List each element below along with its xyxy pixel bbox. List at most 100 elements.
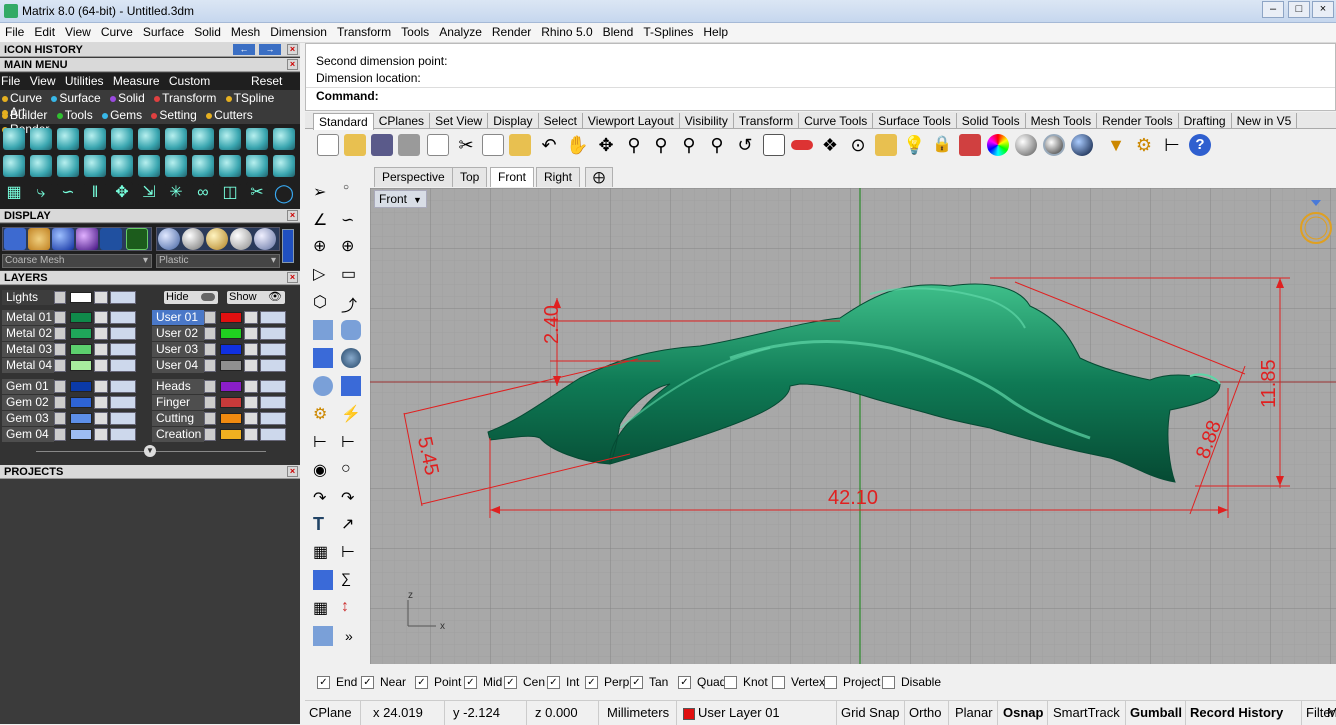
select-arrow-icon[interactable]: ➢ [313, 182, 333, 202]
layer-color-swatch[interactable] [220, 397, 242, 408]
menu-edit[interactable]: Edit [29, 23, 60, 41]
layer-color-swatch[interactable] [70, 360, 92, 371]
layer-row[interactable]: Finger [152, 395, 292, 410]
logo-icon[interactable] [138, 155, 160, 177]
import-icon[interactable] [427, 134, 449, 156]
mm-setting[interactable]: Setting [151, 108, 197, 122]
menu-rhino5[interactable]: Rhino 5.0 [536, 23, 597, 41]
close-icon[interactable]: × [287, 44, 298, 55]
ellipse-icon[interactable]: ⊕ [341, 236, 361, 256]
lock-icon[interactable] [244, 428, 258, 441]
layer-color-swatch[interactable] [220, 413, 242, 424]
chip-icon[interactable] [138, 128, 160, 150]
curve-icon[interactable]: ∽ [57, 182, 79, 204]
layer-row[interactable]: Gem 01 [2, 379, 142, 394]
mm-solid[interactable]: Solid [110, 91, 145, 105]
mm-gems[interactable]: Gems [102, 108, 142, 122]
shaded-icon[interactable] [1015, 134, 1037, 156]
move-icon[interactable]: ❖ [819, 134, 841, 156]
bulb-icon[interactable] [110, 311, 136, 324]
current-layer[interactable]: User Layer 01 [677, 701, 837, 725]
close-icon[interactable]: × [287, 59, 298, 70]
ungroup-icon[interactable]: ○ [341, 460, 361, 480]
lock-icon[interactable] [244, 380, 258, 393]
layer-row[interactable]: Metal 04 [2, 358, 142, 373]
expand-icon[interactable] [54, 311, 66, 324]
four-viewports-icon[interactable] [763, 134, 785, 156]
mm-builder[interactable]: Builder [2, 108, 47, 122]
zoom-icon[interactable]: ⚲ [623, 134, 645, 156]
lock-icon[interactable] [244, 396, 258, 409]
lights-layer-row[interactable]: Lights [2, 290, 142, 305]
layer-color-swatch[interactable] [70, 381, 92, 392]
mm-utilities[interactable]: Utilities [65, 74, 104, 88]
select-points-icon[interactable] [875, 134, 897, 156]
osnap-checkbox[interactable] [772, 676, 785, 689]
mirror-icon[interactable]: ↷ [341, 488, 361, 508]
mm-surface[interactable]: Surface [51, 91, 101, 105]
dimension-icon[interactable]: ⊢ [313, 432, 333, 452]
print-icon[interactable] [398, 134, 420, 156]
layer-row[interactable]: Heads [152, 379, 292, 394]
tab-surface-tools[interactable]: Surface Tools [873, 113, 957, 129]
bulb-icon[interactable] [260, 311, 286, 324]
point-icon[interactable]: ○ [343, 182, 363, 202]
box-icon[interactable] [313, 348, 333, 368]
osnap-checkbox[interactable]: ✓ [630, 676, 643, 689]
lock-icon[interactable] [94, 380, 108, 393]
boolean-icon[interactable] [341, 348, 361, 368]
smarttrack-toggle[interactable]: SmartTrack [1048, 701, 1126, 725]
layer-color-swatch[interactable] [70, 429, 92, 440]
gem-icon[interactable] [30, 128, 52, 150]
display-slider[interactable] [282, 229, 294, 263]
cylinder-icon[interactable] [313, 376, 333, 396]
tab-visibility[interactable]: Visibility [680, 113, 734, 129]
options-gear-icon[interactable]: ⚙ [1133, 134, 1155, 156]
help-icon[interactable]: ? [1189, 134, 1211, 156]
layer-color-swatch[interactable] [70, 397, 92, 408]
osnap-checkbox[interactable]: ✓ [415, 676, 428, 689]
lock-icon[interactable] [244, 327, 258, 340]
extrude-icon[interactable]: ⇲ [138, 182, 160, 204]
text-icon[interactable]: T [313, 514, 333, 534]
collapse-icon[interactable]: ▼ [144, 445, 156, 457]
mesh-icon[interactable] [341, 376, 361, 396]
circle-icon[interactable]: ⊕ [313, 236, 333, 256]
bulb-icon[interactable] [260, 428, 286, 441]
curve-cv-icon[interactable]: ∽ [341, 210, 361, 230]
layers-icon[interactable] [959, 134, 981, 156]
layer-color-swatch[interactable] [70, 413, 92, 424]
material-gold-icon[interactable] [206, 228, 228, 250]
show-button[interactable]: Show 👁 [227, 291, 285, 304]
contour-icon[interactable] [313, 626, 333, 646]
expand-icon[interactable] [204, 343, 216, 356]
tab-new-in-v5[interactable]: New in V5 [1232, 113, 1298, 129]
bulb-icon[interactable] [110, 291, 136, 304]
color-wheel-icon[interactable] [987, 134, 1009, 156]
lock-icon[interactable] [94, 327, 108, 340]
mm-tools[interactable]: Tools [56, 108, 93, 122]
add-viewport-icon[interactable]: ⨁ [585, 167, 613, 187]
ortho-toggle[interactable]: Ortho [905, 701, 949, 725]
material-select[interactable]: Plastic ▾ [156, 254, 280, 268]
open-folder-icon[interactable] [344, 134, 366, 156]
chevron-down-icon[interactable]: ▼ [413, 195, 422, 205]
lock-icon[interactable]: 🔒 [931, 134, 953, 156]
osnap-checkbox[interactable]: ✓ [585, 676, 598, 689]
bulb-icon[interactable] [110, 380, 136, 393]
drop-icon[interactable] [30, 155, 52, 177]
bulb-icon[interactable] [110, 396, 136, 409]
circle-point-icon[interactable]: ⊙ [847, 134, 869, 156]
light-bulb-icon[interactable]: 💡 [903, 134, 925, 156]
planar-toggle[interactable]: Planar [949, 701, 998, 725]
bulb-icon[interactable] [110, 343, 136, 356]
mm-transform[interactable]: Transform [154, 91, 216, 105]
cutter-icon[interactable] [219, 128, 241, 150]
expand-icon[interactable] [204, 412, 216, 425]
tab-solid-tools[interactable]: Solid Tools [957, 113, 1026, 129]
mm-curve[interactable]: Curve [2, 91, 42, 105]
tab-render-tools[interactable]: Render Tools [1097, 113, 1179, 129]
expand-icon[interactable] [204, 359, 216, 372]
pave-icon[interactable] [165, 128, 187, 150]
viewport-title[interactable]: Front ▼ [374, 190, 427, 208]
